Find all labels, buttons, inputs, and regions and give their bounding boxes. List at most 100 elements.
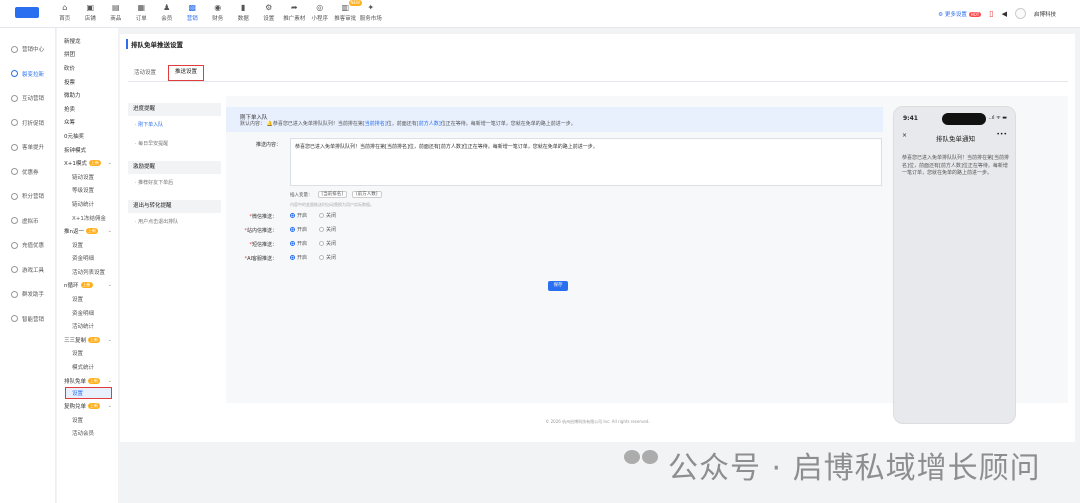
insert-ahead-button[interactable]: [前方人数] (352, 191, 382, 198)
app-logo[interactable] (15, 7, 39, 18)
radio-on[interactable]: 开启 (290, 226, 307, 233)
insert-rank-button[interactable]: [当前排名] (317, 191, 348, 198)
subnav-label: 设置 (72, 391, 84, 398)
subnav-item-2[interactable]: 砍价 (57, 61, 118, 75)
radio-on[interactable]: 开启 (290, 254, 307, 261)
subnav-item-23[interactable]: 设置 (57, 347, 118, 361)
chevron-down-icon[interactable]: ⌄ (108, 228, 112, 234)
subnav-item-0[interactable]: 新搜龙 (57, 34, 118, 48)
subnav-item-21[interactable]: 活动统计 (57, 319, 118, 333)
subnav-item-24[interactable]: 模式统计 (57, 360, 118, 374)
subnav-label: 投票 (64, 79, 76, 86)
radio-off[interactable]: 关闭 (319, 240, 336, 247)
subnav-item-28[interactable]: 设置 (57, 413, 118, 427)
radio-dot-on[interactable] (290, 227, 295, 232)
sidebar-item-2[interactable]: 互动营销 (0, 86, 55, 111)
nav-item-7[interactable]: ▮ 数据 (231, 2, 257, 22)
sidebar-item-3[interactable]: 打折促销 (0, 111, 55, 136)
sidebar-item-1[interactable]: 裂变拉新 (0, 62, 55, 87)
subnav-item-17[interactable]: 活动列表设置 (57, 265, 118, 279)
sidebar-item-4[interactable]: 客单提升 (0, 135, 55, 160)
subnav-item-25[interactable]: 排队免单 上新 ⌄ (57, 374, 118, 388)
tab-0[interactable]: 活动设置 (128, 65, 162, 82)
subnav-item-18[interactable]: n循环 上新 ⌄ (57, 279, 118, 293)
subnav-item-7[interactable]: 0元抽奖 (57, 129, 118, 143)
subnav-item-22[interactable]: 三三复制 上新 ⌄ (57, 333, 118, 347)
nav-item-6[interactable]: ◉ 财务 (205, 2, 231, 22)
sidebar-item-10[interactable]: 群发助手 (0, 282, 55, 307)
nav-item-11[interactable]: ▥ 推客审批 NEW (333, 0, 362, 22)
push-type-item[interactable]: · 每日早安提醒 (128, 135, 221, 154)
radio-dot-on[interactable] (290, 241, 295, 246)
subnav-item-11[interactable]: 等级设置 (57, 184, 118, 198)
push-content-textarea[interactable]: 恭喜您已进入免单排队队列！当前排在第[当前排名]位，前面还有[前方人数]位正在等… (290, 138, 882, 186)
radio-on-label: 开启 (297, 255, 308, 261)
sidebar-item-5[interactable]: 优惠券 (0, 160, 55, 185)
chevron-down-icon[interactable]: ⌄ (108, 378, 112, 384)
radio-off[interactable]: 关闭 (319, 254, 336, 261)
radio-dot-off[interactable] (319, 241, 325, 246)
nav-item-0[interactable]: ⌂ 首页 (52, 2, 78, 22)
subnav-item-16[interactable]: 资金明细 (57, 252, 118, 266)
nav-item-9[interactable]: ➦ 推广素材 (282, 2, 308, 22)
push-type-item[interactable]: · 推荐好友下单后 (128, 174, 221, 193)
save-button[interactable]: 保存 (548, 281, 568, 291)
radio-on[interactable]: 开启 (290, 212, 307, 219)
push-type-item[interactable]: · 刚下单入队 (128, 116, 221, 135)
avatar[interactable] (1014, 8, 1026, 19)
trash-icon[interactable]: ▯ (989, 9, 993, 18)
sidebar-item-9[interactable]: 游戏工具 (0, 258, 55, 283)
subnav-label: 链动设置 (72, 174, 95, 181)
sidebar-item-11[interactable]: 智能营销 (0, 307, 55, 332)
radio-off[interactable]: 关闭 (319, 212, 336, 219)
subnav-item-10[interactable]: 链动设置 (57, 170, 118, 184)
subnav-item-6[interactable]: 众筹 (57, 116, 118, 130)
sidebar-item-0[interactable]: 营销中心 (0, 37, 55, 62)
sidebar-item-label: 充值优惠 (22, 243, 45, 250)
sound-icon[interactable]: ◀ (1002, 10, 1007, 18)
subnav-item-29[interactable]: 活动会员 (57, 427, 118, 441)
nav-item-5[interactable]: ▩ 营销 (180, 2, 206, 22)
radio-dot-off[interactable] (319, 213, 325, 218)
subnav-item-5[interactable]: 抢卖 (57, 102, 118, 116)
nav-item-8[interactable]: ⚙ 设置 (256, 2, 282, 22)
subnav-item-26[interactable]: 设置 (65, 387, 112, 400)
menu-icon (11, 94, 18, 102)
sidebar-item-6[interactable]: 积分营销 (0, 184, 55, 209)
subnav-item-14[interactable]: 推n返一 上新 ⌄ (57, 224, 118, 238)
radio-dot-off[interactable] (319, 255, 325, 260)
subnav-item-19[interactable]: 设置 (57, 292, 118, 306)
nav-item-1[interactable]: ▣ 店铺 (78, 2, 104, 22)
radio-on[interactable]: 开启 (290, 240, 307, 247)
sidebar-item-7[interactable]: 虚拟币 (0, 209, 55, 234)
subnav-item-4[interactable]: 微助力 (57, 88, 118, 102)
radio-off[interactable]: 关闭 (319, 226, 336, 233)
chevron-down-icon[interactable]: ⌄ (108, 282, 112, 288)
chevron-down-icon[interactable]: ⌄ (108, 337, 112, 343)
chevron-down-icon[interactable]: ⌄ (108, 160, 112, 166)
radio-dot-on[interactable] (290, 255, 295, 260)
nav-item-10[interactable]: ◎ 小程序 (307, 2, 333, 22)
radio-dot-off[interactable] (319, 227, 325, 232)
subnav-item-27[interactable]: 复购兑单 上新 ⌄ (57, 399, 118, 413)
sidebar-item-8[interactable]: 充值优惠 (0, 233, 55, 258)
subnav-item-12[interactable]: 链动统计 (57, 197, 118, 211)
subnav-item-20[interactable]: 资金明细 (57, 306, 118, 320)
subnav-item-13[interactable]: X+1冻结佣金 (57, 211, 118, 225)
chevron-down-icon[interactable]: ⌄ (108, 403, 112, 409)
subnav-item-8[interactable]: 拆钟模式 (57, 143, 118, 157)
push-type-item[interactable]: · 用户点击退出排队 (128, 213, 221, 232)
more-settings-link[interactable]: ⚙ 更多设置 HOT (938, 10, 982, 18)
nav-item-4[interactable]: ♟ 会员 (154, 2, 180, 22)
subnav-item-3[interactable]: 投票 (57, 75, 118, 89)
nav-item-3[interactable]: ▦ 订单 (129, 2, 155, 22)
subnav-item-15[interactable]: 设置 (57, 238, 118, 252)
radio-dot-on[interactable] (290, 213, 295, 218)
nav-item-2[interactable]: ▤ 商品 (103, 2, 129, 22)
nav-item-12[interactable]: ✦ 服务市场 (358, 2, 384, 22)
tab-1[interactable]: 推送设置 (168, 65, 205, 81)
subnav-item-1[interactable]: 拼团 (57, 48, 118, 62)
subnav-label: 排队免单 (64, 378, 87, 385)
company-name[interactable]: 启博科技 (1034, 10, 1056, 18)
subnav-item-9[interactable]: X+1模式 上新 ⌄ (57, 156, 118, 170)
